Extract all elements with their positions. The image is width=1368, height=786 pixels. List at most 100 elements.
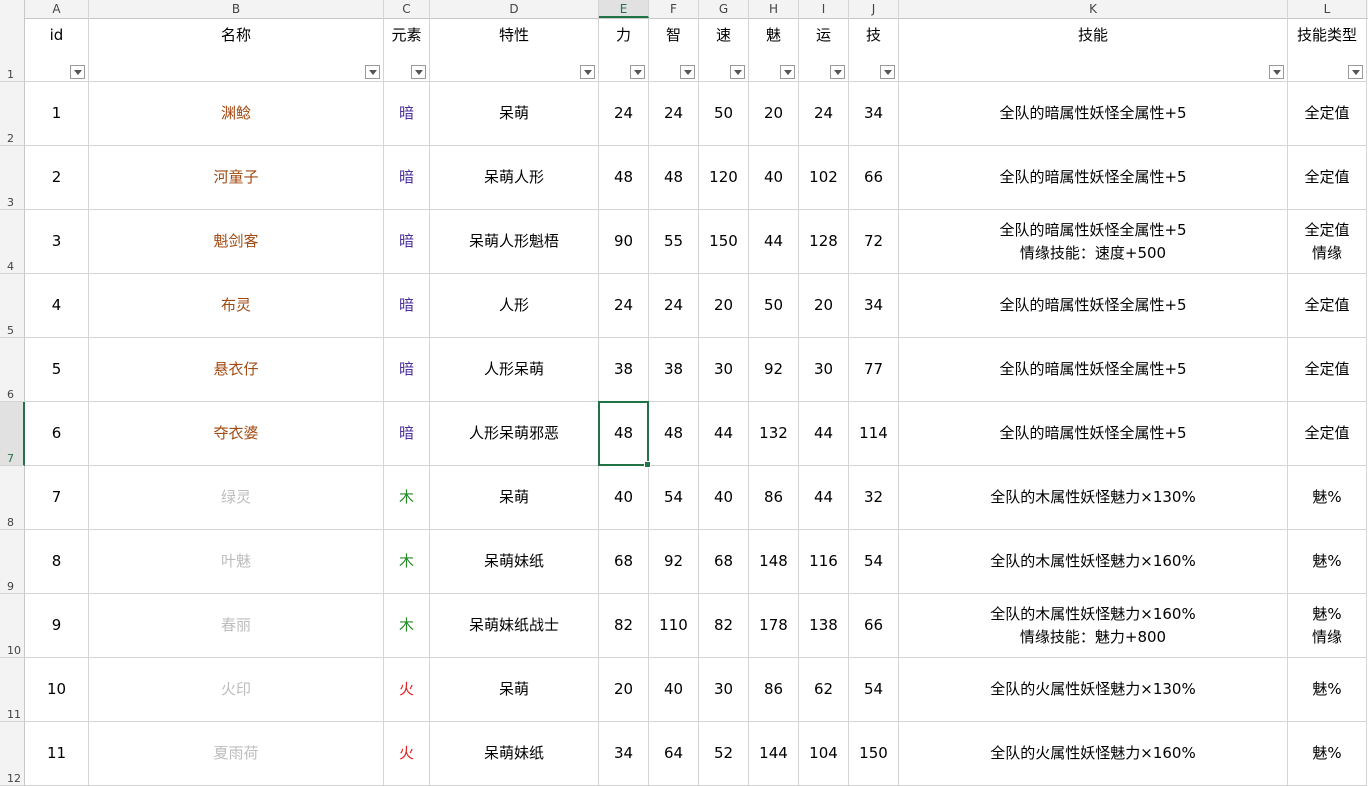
cell-elem[interactable]: 火: [384, 722, 430, 786]
cell-ji[interactable]: 54: [849, 530, 899, 594]
header-cell-trait[interactable]: 特性: [430, 18, 599, 82]
cell-su[interactable]: 150: [699, 210, 749, 274]
row-header-6[interactable]: 6: [0, 338, 25, 402]
header-cell-type[interactable]: 技能类型: [1288, 18, 1367, 82]
cell-trait[interactable]: 呆萌妹纸: [430, 722, 599, 786]
cell-type[interactable]: 魅%: [1288, 658, 1367, 722]
cell-type[interactable]: 全定值 情缘: [1288, 210, 1367, 274]
cell-id[interactable]: 3: [25, 210, 89, 274]
cell-id[interactable]: 7: [25, 466, 89, 530]
filter-dropdown-icon[interactable]: [411, 65, 426, 79]
row-header-11[interactable]: 11: [0, 658, 25, 722]
header-cell-ji[interactable]: 技: [849, 18, 899, 82]
cell-type[interactable]: 魅%: [1288, 530, 1367, 594]
cell-ji[interactable]: 150: [849, 722, 899, 786]
cell-yun[interactable]: 128: [799, 210, 849, 274]
filter-dropdown-icon[interactable]: [70, 65, 85, 79]
cell-mei[interactable]: 40: [749, 146, 799, 210]
cell-su[interactable]: 52: [699, 722, 749, 786]
cell-trait[interactable]: 呆萌: [430, 466, 599, 530]
cell-zhi[interactable]: 40: [649, 658, 699, 722]
cell-elem[interactable]: 木: [384, 594, 430, 658]
cell-su[interactable]: 82: [699, 594, 749, 658]
filter-dropdown-icon[interactable]: [680, 65, 695, 79]
cell-mei[interactable]: 144: [749, 722, 799, 786]
cell-name[interactable]: 魁剑客: [89, 210, 384, 274]
column-header-l[interactable]: L: [1288, 0, 1367, 18]
filter-dropdown-icon[interactable]: [630, 65, 645, 79]
cell-ji[interactable]: 66: [849, 146, 899, 210]
cell-name[interactable]: 火印: [89, 658, 384, 722]
cell-type[interactable]: 全定值: [1288, 338, 1367, 402]
header-cell-name[interactable]: 名称: [89, 18, 384, 82]
cell-mei[interactable]: 50: [749, 274, 799, 338]
cell-elem[interactable]: 暗: [384, 274, 430, 338]
cell-id[interactable]: 9: [25, 594, 89, 658]
cell-type[interactable]: 魅%: [1288, 722, 1367, 786]
cell-trait[interactable]: 呆萌妹纸战士: [430, 594, 599, 658]
cell-ji[interactable]: 114: [849, 402, 899, 466]
column-header-e[interactable]: E: [599, 0, 649, 18]
cell-elem[interactable]: 火: [384, 658, 430, 722]
filter-dropdown-icon[interactable]: [780, 65, 795, 79]
cell-su[interactable]: 20: [699, 274, 749, 338]
cell-li[interactable]: 48: [599, 146, 649, 210]
cell-skill[interactable]: 全队的暗属性妖怪全属性+5: [899, 274, 1288, 338]
cell-li[interactable]: 68: [599, 530, 649, 594]
cell-type[interactable]: 全定值: [1288, 274, 1367, 338]
cell-trait[interactable]: 呆萌人形: [430, 146, 599, 210]
cell-yun[interactable]: 102: [799, 146, 849, 210]
column-header-b[interactable]: B: [89, 0, 384, 18]
filter-dropdown-icon[interactable]: [1269, 65, 1284, 79]
cell-li[interactable]: 48: [599, 402, 649, 466]
cell-id[interactable]: 4: [25, 274, 89, 338]
cell-elem[interactable]: 暗: [384, 210, 430, 274]
cell-zhi[interactable]: 54: [649, 466, 699, 530]
cell-li[interactable]: 34: [599, 722, 649, 786]
row-header-9[interactable]: 9: [0, 530, 25, 594]
cell-elem[interactable]: 暗: [384, 82, 430, 146]
filter-dropdown-icon[interactable]: [830, 65, 845, 79]
cell-zhi[interactable]: 64: [649, 722, 699, 786]
cell-trait[interactable]: 人形: [430, 274, 599, 338]
cell-skill[interactable]: 全队的木属性妖怪魅力×160%: [899, 530, 1288, 594]
cell-ji[interactable]: 32: [849, 466, 899, 530]
cell-id[interactable]: 1: [25, 82, 89, 146]
cell-skill[interactable]: 全队的暗属性妖怪全属性+5 情缘技能：速度+500: [899, 210, 1288, 274]
cell-mei[interactable]: 86: [749, 658, 799, 722]
row-header-12[interactable]: 12: [0, 722, 25, 786]
select-all-corner[interactable]: [0, 0, 25, 18]
cell-li[interactable]: 20: [599, 658, 649, 722]
filter-dropdown-icon[interactable]: [730, 65, 745, 79]
cell-id[interactable]: 10: [25, 658, 89, 722]
row-header-10[interactable]: 10: [0, 594, 25, 658]
column-header-a[interactable]: A: [25, 0, 89, 18]
cell-name[interactable]: 渊鲶: [89, 82, 384, 146]
cell-zhi[interactable]: 24: [649, 274, 699, 338]
cell-yun[interactable]: 30: [799, 338, 849, 402]
cell-name[interactable]: 绿灵: [89, 466, 384, 530]
cell-mei[interactable]: 92: [749, 338, 799, 402]
row-header-7[interactable]: 7: [0, 402, 25, 466]
header-cell-skill[interactable]: 技能: [899, 18, 1288, 82]
cell-zhi[interactable]: 92: [649, 530, 699, 594]
column-header-g[interactable]: G: [699, 0, 749, 18]
cell-li[interactable]: 40: [599, 466, 649, 530]
cell-zhi[interactable]: 110: [649, 594, 699, 658]
column-header-c[interactable]: C: [384, 0, 430, 18]
cell-ji[interactable]: 34: [849, 82, 899, 146]
column-header-h[interactable]: H: [749, 0, 799, 18]
cell-name[interactable]: 夺衣婆: [89, 402, 384, 466]
cell-zhi[interactable]: 24: [649, 82, 699, 146]
header-cell-id[interactable]: id: [25, 18, 89, 82]
cell-skill[interactable]: 全队的暗属性妖怪全属性+5: [899, 146, 1288, 210]
column-header-i[interactable]: I: [799, 0, 849, 18]
filter-dropdown-icon[interactable]: [1348, 65, 1363, 79]
cell-trait[interactable]: 人形呆萌邪恶: [430, 402, 599, 466]
cell-zhi[interactable]: 38: [649, 338, 699, 402]
cell-su[interactable]: 68: [699, 530, 749, 594]
cell-yun[interactable]: 24: [799, 82, 849, 146]
cell-ji[interactable]: 54: [849, 658, 899, 722]
cell-yun[interactable]: 116: [799, 530, 849, 594]
row-header-2[interactable]: 2: [0, 82, 25, 146]
